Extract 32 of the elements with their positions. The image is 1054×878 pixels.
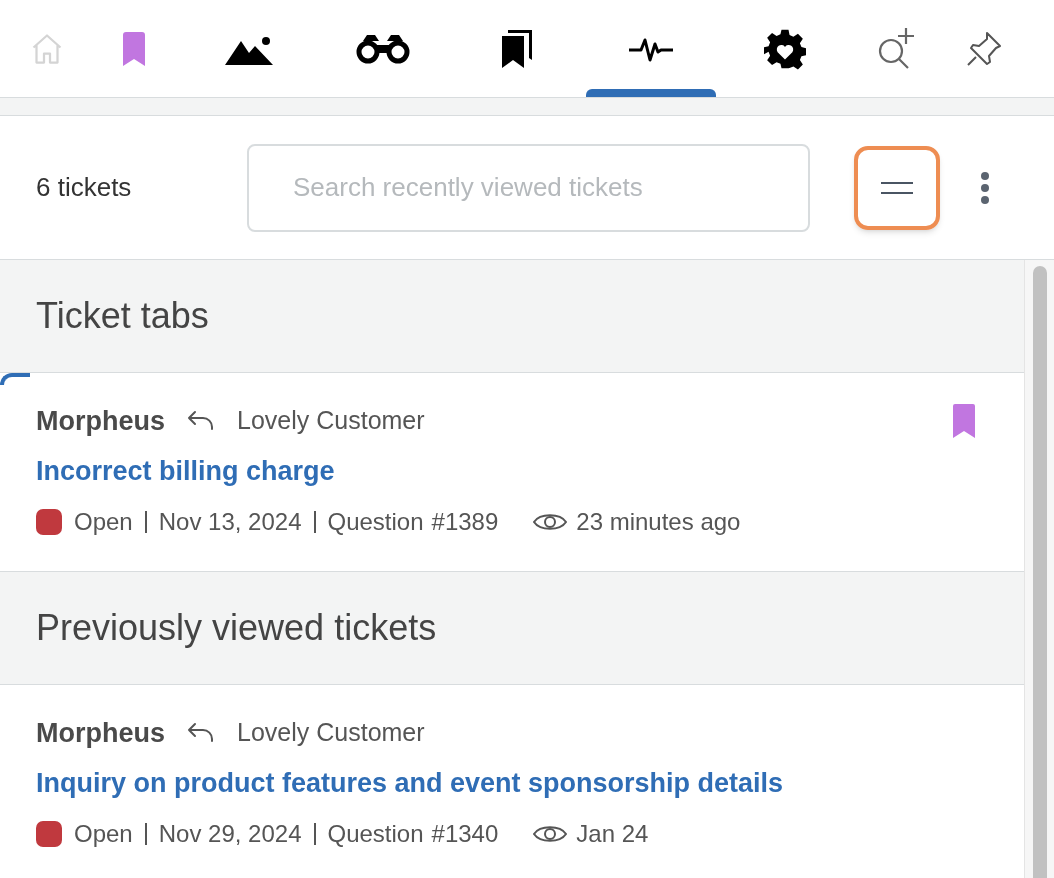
ticket-date: Nov 29, 2024 [158, 818, 302, 849]
viewed-time: 23 minutes ago [576, 506, 741, 537]
bookmark-icon [122, 32, 146, 66]
binoculars-icon [355, 33, 411, 65]
section-title: Ticket tabs [36, 294, 209, 338]
status-label: Open [74, 506, 133, 537]
equals-icon [881, 181, 913, 194]
reply-icon [187, 722, 215, 744]
bookmarks-icon [500, 30, 534, 68]
bookmark-icon[interactable] [952, 404, 976, 438]
reply-icon [187, 410, 215, 432]
ticket-card[interactable]: Morpheus Lovely Customer Incorrect billing charge Open Nov 13, 2024 Question #1389 23 minutes ago [0, 373, 1024, 572]
recipient-name: Lovely Customer [237, 717, 425, 749]
scrollbar-thumb[interactable] [1032, 266, 1047, 878]
status-label: Open [74, 818, 133, 849]
ticket-number: #1340 [431, 818, 499, 849]
ticket-type: Question [327, 818, 424, 849]
recipient-name: Lovely Customer [237, 405, 425, 437]
vertical-dots-icon [981, 171, 989, 204]
author-name: Morpheus [36, 716, 165, 750]
gear-heart-icon [764, 28, 806, 70]
ticket-type: Question [327, 506, 424, 537]
author-name: Morpheus [36, 404, 165, 438]
ticket-subject-link[interactable]: Incorrect billing charge [36, 456, 335, 486]
pin-icon [965, 30, 1003, 68]
viewed-time: Jan 24 [576, 818, 649, 849]
section-title: Previously viewed tickets [36, 606, 437, 650]
search-field[interactable]: Search recently viewed tickets [247, 143, 810, 232]
ticket-number: #1389 [431, 506, 499, 537]
ticket-date: Nov 13, 2024 [158, 506, 302, 537]
ticket-subject-link[interactable]: Inquiry on product features and event sponsorship details [36, 768, 784, 798]
ticket-count: 6 tickets [36, 171, 133, 204]
